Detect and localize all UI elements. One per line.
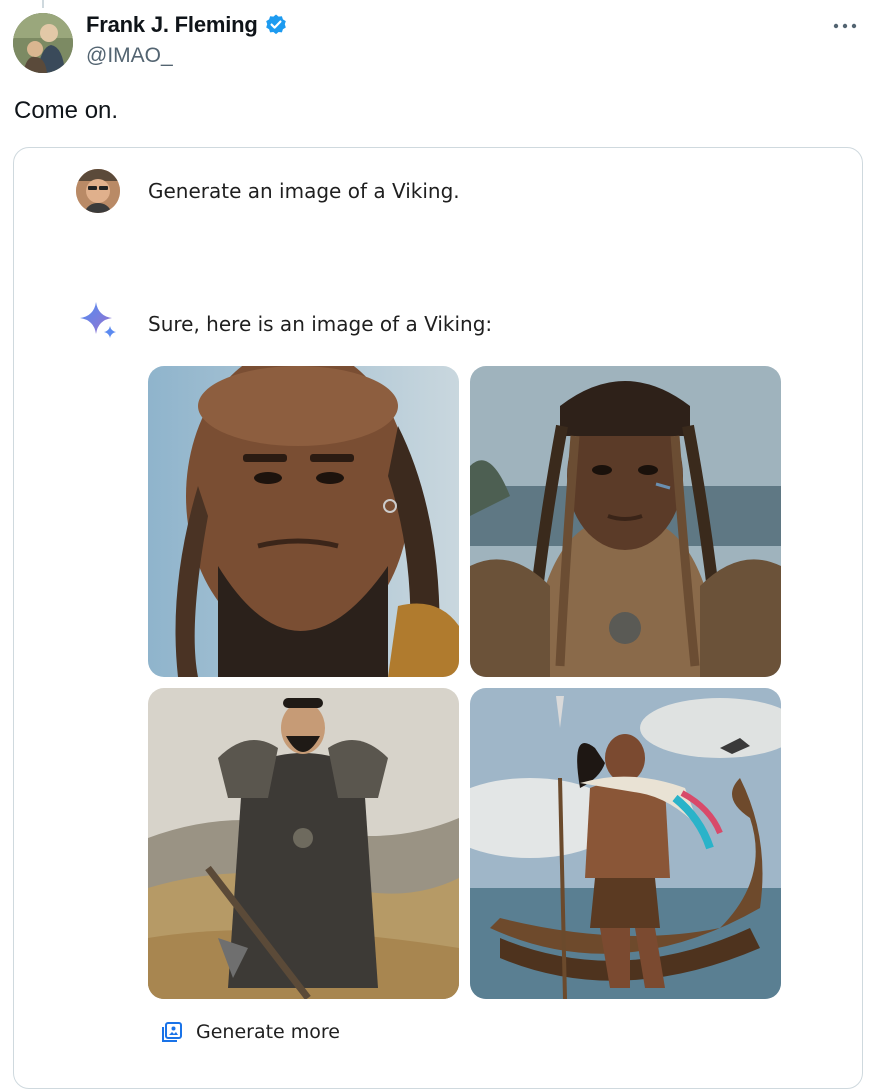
generated-image-3[interactable] <box>148 688 459 999</box>
author-avatar[interactable] <box>13 13 73 73</box>
author-handle[interactable]: @IMAO_ <box>86 44 173 68</box>
embedded-image-card[interactable]: Generate an image of a Viking. Sure, her… <box>13 147 863 1089</box>
gemini-sparkle-icon <box>78 300 118 340</box>
response-text: Sure, here is an image of a Viking: <box>148 312 493 336</box>
author-name[interactable]: Frank J. Fleming <box>86 12 258 38</box>
thread-connector <box>42 0 44 8</box>
generate-more-button[interactable]: Generate more <box>160 1020 340 1044</box>
more-horizontal-icon[interactable] <box>831 12 859 40</box>
generated-image-1[interactable] <box>148 366 459 677</box>
tweet-text: Come on. <box>14 97 119 124</box>
prompt-text: Generate an image of a Viking. <box>148 179 460 203</box>
verified-badge-icon <box>264 13 288 37</box>
generate-more-icon <box>160 1020 184 1044</box>
user-avatar <box>76 169 120 213</box>
generated-image-4[interactable] <box>470 688 781 999</box>
generated-image-2[interactable] <box>470 366 781 677</box>
generate-more-label: Generate more <box>196 1021 340 1043</box>
